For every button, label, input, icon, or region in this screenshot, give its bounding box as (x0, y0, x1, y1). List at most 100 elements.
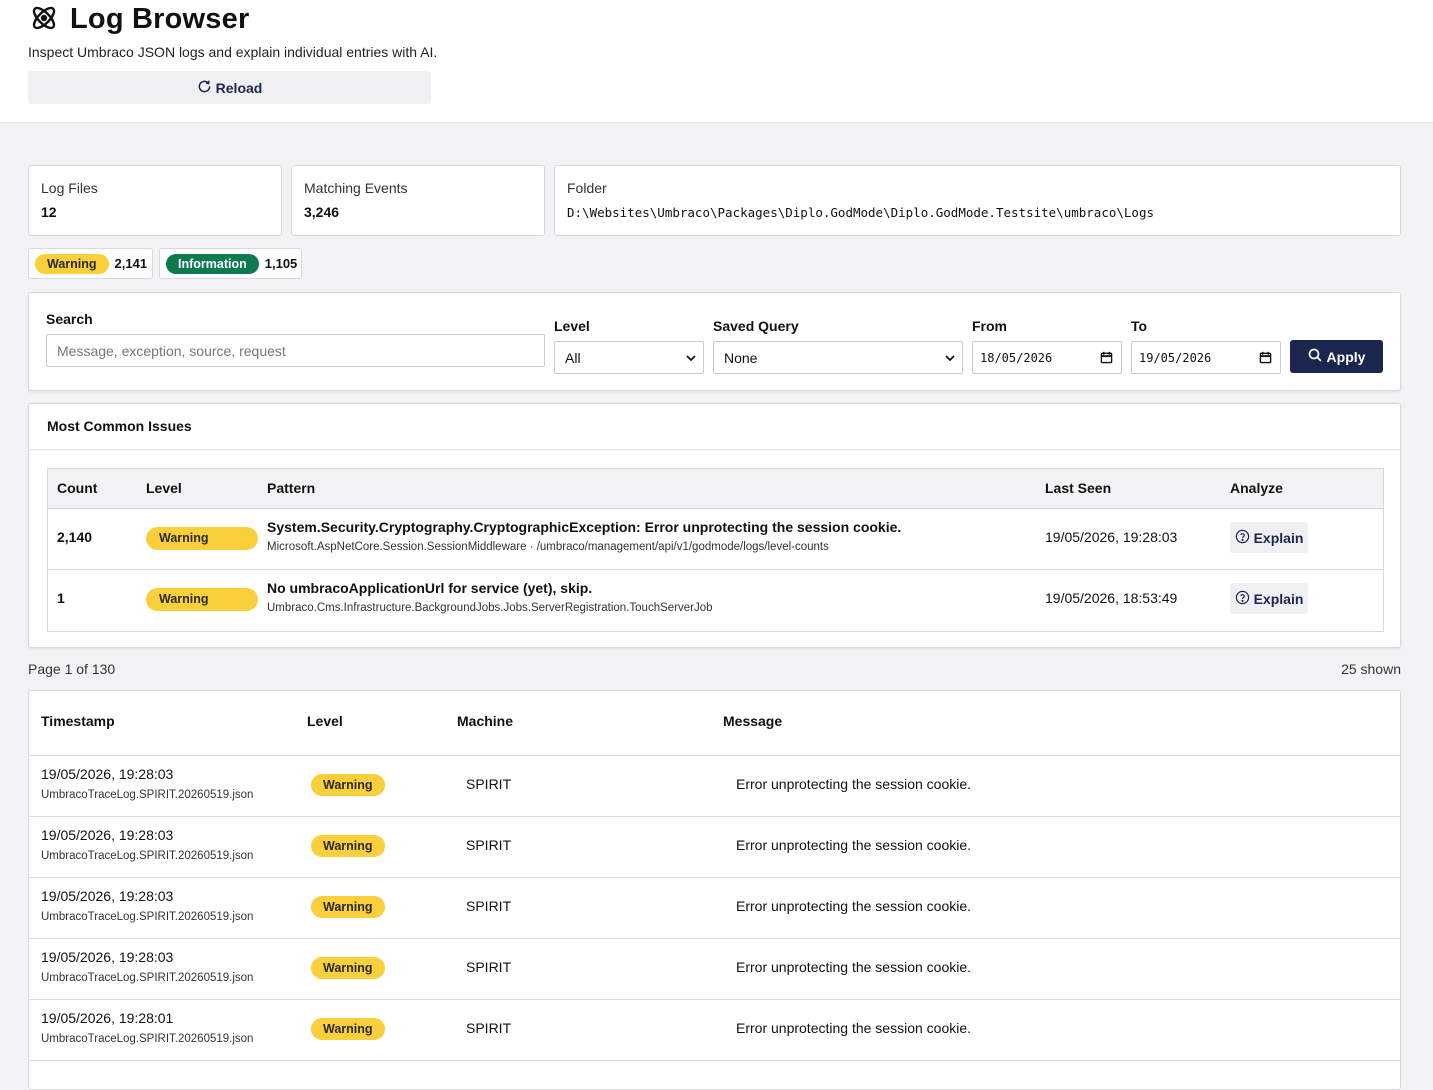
table-row[interactable]: 1 Warning No umbracoApplicationUrl for s… (48, 570, 1383, 631)
column-last-seen[interactable]: Last Seen (1045, 480, 1111, 496)
common-issues-title: Most Common Issues (47, 418, 192, 434)
chevron-down-icon (944, 351, 956, 367)
level-label: Level (554, 318, 590, 334)
event-machine: SPIRIT (466, 776, 512, 792)
saved-query-select[interactable]: None (713, 341, 963, 374)
page-indicator: Page 1 of 130 (28, 661, 116, 677)
title-row: Log Browser (28, 2, 249, 37)
issue-source: Microsoft.AspNetCore.Session.SessionMidd… (267, 541, 829, 553)
event-file: UmbracoTraceLog.SPIRIT.20260519.json (41, 972, 254, 984)
saved-query-value: None (724, 349, 758, 366)
common-issues-panel: Most Common Issues Count Level Pattern L… (28, 403, 1401, 648)
search-input[interactable]: Message, exception, source, request (46, 334, 545, 367)
matching-events-label: Matching Events (304, 180, 408, 196)
column-level[interactable]: Level (307, 713, 343, 729)
reload-button[interactable]: Reload (28, 71, 431, 104)
divider (29, 449, 1400, 450)
apply-label: Apply (1326, 348, 1366, 365)
event-file: UmbracoTraceLog.SPIRIT.20260519.json (41, 850, 254, 862)
calendar-icon[interactable] (1259, 351, 1272, 367)
event-file: UmbracoTraceLog.SPIRIT.20260519.json (41, 789, 254, 801)
log-files-label: Log Files (41, 180, 98, 196)
event-timestamp: 19/05/2026, 19:28:03 (41, 888, 174, 904)
table-row[interactable]: 19/05/2026, 19:28:03 UmbracoTraceLog.SPI… (29, 878, 1400, 939)
event-timestamp: 19/05/2026, 19:28:03 (41, 766, 174, 782)
page-header: Log Browser Inspect Umbraco JSON logs an… (0, 0, 1433, 123)
explain-button[interactable]: Explain (1230, 583, 1308, 614)
from-date-input[interactable]: 18/05/2026 (972, 341, 1122, 374)
issue-count: 1 (57, 590, 65, 606)
refresh-icon (197, 79, 212, 97)
warning-count-chip[interactable]: Warning 2,141 (28, 248, 153, 279)
event-level-badge: Warning (311, 1018, 385, 1040)
page-title: Log Browser (70, 3, 250, 35)
folder-card: Folder D:\Websites\Umbraco\Packages\Dipl… (554, 165, 1401, 236)
event-level-badge: Warning (311, 774, 385, 796)
folder-path: D:\Websites\Umbraco\Packages\Diplo.GodMo… (567, 205, 1154, 220)
table-row[interactable]: 19/05/2026, 19:28:03 UmbracoTraceLog.SPI… (29, 817, 1400, 878)
column-machine[interactable]: Machine (457, 713, 513, 729)
table-header: Count Level Pattern Last Seen Analyze (48, 469, 1383, 509)
information-count-chip[interactable]: Information 1,105 (159, 248, 302, 279)
log-files-value: 12 (41, 204, 57, 220)
matching-events-card: Matching Events 3,246 (291, 165, 545, 236)
issue-source: Umbraco.Cms.Infrastructure.BackgroundJob… (267, 602, 713, 614)
column-timestamp[interactable]: Timestamp (41, 713, 115, 729)
issue-count: 2,140 (57, 529, 93, 545)
event-level-badge: Warning (311, 896, 385, 918)
issue-pattern-text: No umbracoApplicationUrl for service (ye… (267, 580, 593, 596)
explain-button[interactable]: Explain (1230, 522, 1308, 553)
issue-pattern: System.Security.Cryptography.Cryptograph… (267, 519, 901, 553)
level-select[interactable]: All (554, 341, 704, 374)
page-subtitle: Inspect Umbraco JSON logs and explain in… (28, 44, 438, 60)
event-message: Error unprotecting the session cookie. (736, 837, 972, 853)
issue-last-seen: 19/05/2026, 18:53:49 (1045, 590, 1178, 606)
issue-level-badge: Warning (146, 527, 258, 550)
information-badge: Information (166, 253, 259, 274)
atom-icon (28, 2, 60, 37)
matching-events-value: 3,246 (304, 204, 340, 220)
event-message: Error unprotecting the session cookie. (736, 898, 972, 914)
event-machine: SPIRIT (466, 898, 512, 914)
log-files-card: Log Files 12 (28, 165, 282, 236)
event-message: Error unprotecting the session cookie. (736, 1020, 972, 1036)
warning-count: 2,141 (114, 256, 148, 271)
column-count[interactable]: Count (57, 480, 97, 496)
event-message: Error unprotecting the session cookie. (736, 776, 972, 792)
search-label: Search (46, 311, 93, 327)
reload-label: Reload (215, 79, 263, 96)
from-date-value: 18/05/2026 (980, 350, 1053, 365)
help-circle-icon (1235, 590, 1250, 608)
table-row[interactable]: 2,140 Warning System.Security.Cryptograp… (48, 509, 1383, 570)
search-icon (1308, 348, 1322, 365)
information-count: 1,105 (264, 256, 298, 271)
event-machine: SPIRIT (466, 1020, 512, 1036)
table-row[interactable]: 19/05/2026, 19:28:03 UmbracoTraceLog.SPI… (29, 756, 1400, 817)
event-machine: SPIRIT (466, 959, 512, 975)
help-circle-icon (1235, 529, 1250, 547)
column-pattern[interactable]: Pattern (267, 480, 315, 496)
event-timestamp: 19/05/2026, 19:28:03 (41, 827, 174, 843)
issue-pattern: No umbracoApplicationUrl for service (ye… (267, 580, 713, 614)
column-level[interactable]: Level (146, 480, 182, 496)
to-date-input[interactable]: 19/05/2026 (1131, 341, 1281, 374)
chevron-down-icon (685, 351, 697, 367)
table-row[interactable]: 19/05/2026, 19:28:01 UmbracoTraceLog.SPI… (29, 1000, 1400, 1061)
from-label: From (972, 318, 1007, 334)
event-file: UmbracoTraceLog.SPIRIT.20260519.json (41, 911, 254, 923)
shown-count: 25 shown (1341, 661, 1401, 677)
to-label: To (1131, 318, 1148, 334)
issue-level-badge: Warning (146, 588, 258, 611)
saved-query-label: Saved Query (713, 318, 799, 334)
explain-label: Explain (1253, 590, 1304, 607)
table-header: Timestamp Level Machine Message (29, 691, 1400, 756)
calendar-icon[interactable] (1100, 351, 1113, 367)
event-level-badge: Warning (311, 957, 385, 979)
table-row[interactable]: 19/05/2026, 19:28:03 UmbracoTraceLog.SPI… (29, 939, 1400, 1000)
to-date-value: 19/05/2026 (1139, 350, 1212, 365)
column-message[interactable]: Message (723, 713, 782, 729)
issue-pattern-text: System.Security.Cryptography.Cryptograph… (267, 519, 902, 535)
warning-badge: Warning (35, 253, 109, 274)
apply-button[interactable]: Apply (1290, 340, 1383, 373)
event-machine: SPIRIT (466, 837, 512, 853)
